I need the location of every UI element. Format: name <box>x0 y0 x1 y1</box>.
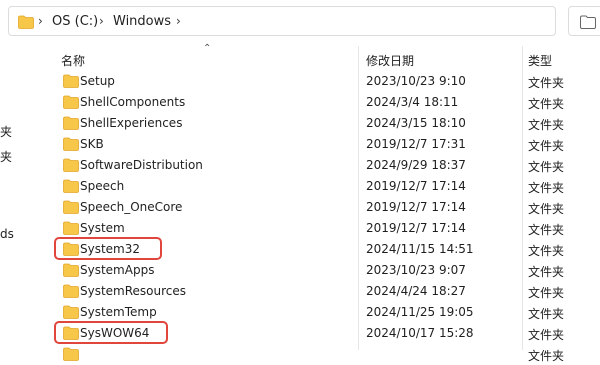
list-item[interactable]: ShellExperiences 2024/3/15 18:10 文件夹 <box>55 113 600 134</box>
folder-icon <box>63 95 79 109</box>
column-header-name[interactable]: 名称 <box>61 52 85 69</box>
file-name: SystemApps <box>80 263 155 277</box>
file-type: 文件夹 <box>528 307 565 321</box>
file-modified-date: 2024/3/15 18:10 <box>366 116 466 130</box>
list-item[interactable]: SystemApps 2023/10/23 9:07 文件夹 <box>55 260 600 281</box>
file-name: System <box>80 221 125 235</box>
file-modified-date: 2019/12/7 17:14 <box>366 179 466 193</box>
folder-icon <box>63 263 79 277</box>
file-modified-date: 2024/10/17 15:28 <box>366 326 474 340</box>
column-header-modified[interactable]: 修改日期 <box>366 52 414 69</box>
chevron-right-icon[interactable]: › <box>176 14 181 28</box>
file-type: 文件夹 <box>528 244 565 258</box>
chevron-right-icon[interactable]: › <box>38 14 43 28</box>
file-modified-date: 2024/4/24 18:27 <box>366 284 466 298</box>
file-modified-date: 2019/12/7 17:31 <box>366 137 466 151</box>
file-type: 文件夹 <box>528 181 565 195</box>
folder-icon <box>63 305 79 319</box>
list-item[interactable]: Speech_OneCore 2019/12/7 17:14 文件夹 <box>55 197 600 218</box>
list-item[interactable]: ShellComponents 2024/3/4 18:11 文件夹 <box>55 92 600 113</box>
file-name: SoftwareDistribution <box>80 158 203 172</box>
highlight-box-syswow64 <box>54 321 168 344</box>
list-item[interactable]: SystemResources 2024/4/24 18:27 文件夹 <box>55 281 600 302</box>
highlight-box-system32 <box>54 237 162 260</box>
folder-icon <box>580 15 596 29</box>
file-name: Setup <box>80 74 115 88</box>
file-modified-date: 2024/3/4 18:11 <box>366 95 459 109</box>
list-item[interactable]: SystemTemp 2024/11/25 19:05 文件夹 <box>55 302 600 323</box>
file-type: 文件夹 <box>528 286 565 300</box>
file-modified-date: 2024/9/29 18:37 <box>366 158 466 172</box>
folder-icon <box>63 158 79 172</box>
file-type: 文件夹 <box>528 76 565 90</box>
sort-ascending-icon: ⌃ <box>203 43 212 54</box>
file-name: SystemResources <box>80 284 187 298</box>
list-item[interactable]: Speech 2019/12/7 17:14 文件夹 <box>55 176 600 197</box>
list-item[interactable]: SoftwareDistribution 2024/9/29 18:37 文件夹 <box>55 155 600 176</box>
file-name: SKB <box>80 137 104 151</box>
new-folder-button[interactable] <box>568 6 600 36</box>
folder-icon <box>63 137 79 151</box>
list-item[interactable]: 文件夹 <box>55 344 600 365</box>
file-modified-date: 2024/11/15 14:51 <box>366 242 474 256</box>
file-type: 文件夹 <box>528 328 565 342</box>
file-modified-date: 2019/12/7 17:14 <box>366 221 466 235</box>
folder-icon <box>63 284 79 298</box>
file-name: ShellExperiences <box>80 116 183 130</box>
file-type: 文件夹 <box>528 139 565 153</box>
file-name: Speech <box>80 179 125 193</box>
breadcrumb-os-c[interactable]: OS (C:) <box>52 14 98 29</box>
file-modified-date: 2024/11/25 19:05 <box>366 305 474 319</box>
list-item[interactable]: Setup 2023/10/23 9:10 文件夹 <box>55 71 600 92</box>
folder-icon <box>63 200 79 214</box>
folder-icon <box>18 15 34 29</box>
file-type: 文件夹 <box>528 265 565 279</box>
list-item[interactable]: SKB 2019/12/7 17:31 文件夹 <box>55 134 600 155</box>
folder-icon <box>63 347 79 361</box>
column-header-type[interactable]: 类型 <box>528 52 552 69</box>
nav-item[interactable]: ds <box>0 227 14 241</box>
chevron-right-icon[interactable]: › <box>99 14 104 28</box>
folder-icon <box>63 74 79 88</box>
file-modified-date: 2023/10/23 9:10 <box>366 74 466 88</box>
file-type: 文件夹 <box>528 223 565 237</box>
file-name: Speech_OneCore <box>80 200 183 214</box>
file-name: ShellComponents <box>80 95 186 109</box>
file-type: 文件夹 <box>528 118 565 132</box>
file-type: 文件夹 <box>528 160 565 174</box>
file-type: 文件夹 <box>528 202 565 216</box>
list-item[interactable]: System 2019/12/7 17:14 文件夹 <box>55 218 600 239</box>
nav-item[interactable]: 夹 <box>0 123 12 140</box>
address-bar[interactable]: › OS (C:) › Windows › <box>8 6 556 36</box>
file-type: 文件夹 <box>528 97 565 111</box>
folder-icon <box>63 179 79 193</box>
folder-icon <box>63 116 79 130</box>
folder-icon <box>63 221 79 235</box>
nav-item[interactable]: 夹 <box>0 148 12 165</box>
breadcrumb-windows[interactable]: Windows <box>113 14 171 29</box>
file-modified-date: 2023/10/23 9:07 <box>366 263 466 277</box>
file-name: SystemTemp <box>80 305 157 319</box>
file-modified-date: 2019/12/7 17:14 <box>366 200 466 214</box>
